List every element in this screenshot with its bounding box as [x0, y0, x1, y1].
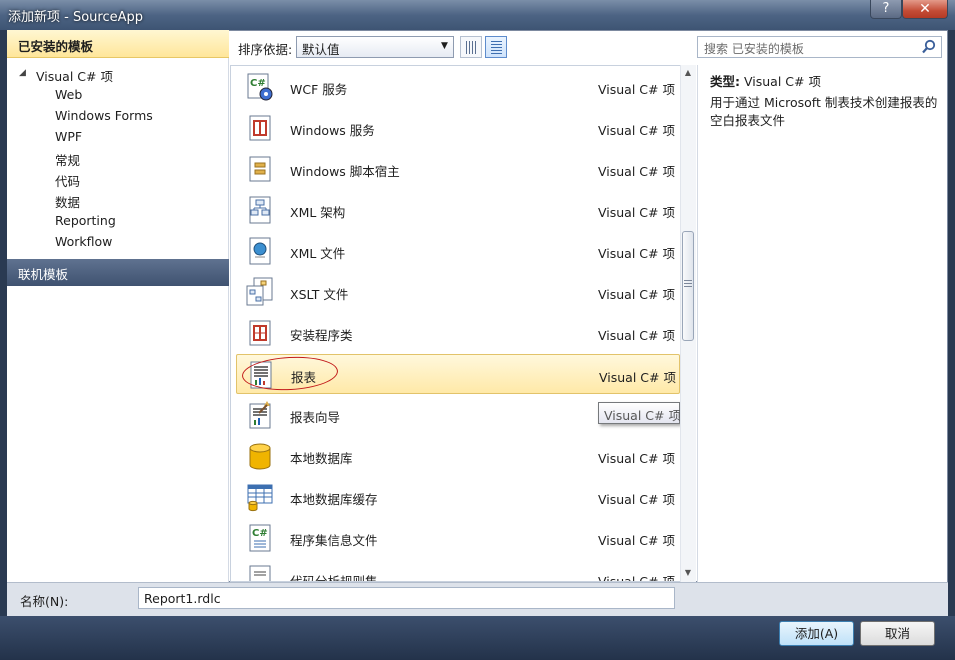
item-name: XSLT 文件: [290, 287, 349, 302]
list-item[interactable]: Windows 脚本宿主 Visual C# 项: [236, 149, 680, 189]
search-placeholder: 搜索 已安装的模板: [704, 42, 804, 56]
search-icon[interactable]: [922, 39, 936, 54]
list-item[interactable]: C# WCF 服务 Visual C# 项: [236, 67, 680, 107]
small-icons-view-button[interactable]: [460, 36, 482, 58]
list-item[interactable]: 代码分析规则集 Visual C# 项: [236, 559, 680, 581]
xml-schema-icon: [249, 196, 271, 224]
item-name: Windows 脚本宿主: [290, 164, 400, 179]
item-type: Visual C# 项: [598, 533, 675, 548]
sort-label: 排序依据:: [238, 42, 293, 57]
list-item[interactable]: XSLT 文件 Visual C# 项: [236, 272, 680, 312]
list-item[interactable]: C# 程序集信息文件 Visual C# 项: [236, 518, 680, 558]
script-host-icon: [249, 156, 271, 182]
tooltip-text: Visual C# 项: [604, 408, 681, 423]
list-view-icon: [491, 41, 502, 54]
item-type: Visual C# 项: [598, 492, 675, 507]
scroll-up-icon[interactable]: ▲: [681, 66, 695, 80]
local-database-icon: [249, 443, 271, 470]
item-name: 安装程序类: [290, 328, 353, 343]
detail-description: 用于通过 Microsoft 制表技术创建报表的空白报表文件: [710, 95, 938, 128]
help-button[interactable]: ?: [870, 0, 902, 19]
installed-templates-title: 已安装的模板: [18, 39, 94, 54]
svg-text:C#: C#: [250, 78, 266, 89]
list-item[interactable]: 安装程序类 Visual C# 项: [236, 313, 680, 353]
item-name: Windows 服务: [290, 123, 375, 138]
item-type: Visual C# 项: [598, 246, 675, 261]
item-type: Visual C# 项: [598, 82, 675, 97]
list-item[interactable]: 本地数据库缓存 Visual C# 项: [236, 477, 680, 517]
name-label: 名称(N):: [20, 594, 69, 609]
item-type: Visual C# 项: [598, 164, 675, 179]
item-name: 本地数据库: [290, 451, 353, 466]
detail-type-row: 类型: Visual C# 项: [710, 71, 821, 90]
xslt-file-icon: [246, 277, 273, 306]
item-name: WCF 服务: [290, 82, 348, 97]
details-panel: [697, 65, 947, 582]
tree-item-windows-forms[interactable]: Windows Forms: [55, 108, 153, 123]
assembly-info-icon: C#: [249, 524, 271, 552]
item-name: 程序集信息文件: [290, 533, 378, 548]
item-type: Visual C# 项: [598, 205, 675, 220]
database-cache-icon: [247, 484, 273, 512]
tree-item-reporting[interactable]: Reporting: [55, 213, 116, 228]
list-item[interactable]: XML 文件 Visual C# 项: [236, 231, 680, 271]
window-title: 添加新项 - SourceApp: [8, 10, 144, 25]
item-type: Visual C# 项: [598, 328, 675, 343]
installer-class-icon: [249, 320, 271, 346]
name-value: Report1.rdlc: [144, 591, 221, 606]
item-name: 报表向导: [290, 410, 341, 425]
dropdown-arrow-icon: ▼: [441, 41, 448, 51]
code-analysis-icon: [249, 565, 271, 581]
xml-file-icon: [249, 237, 271, 265]
item-type: Visual C# 项: [598, 123, 675, 138]
title-bar: [0, 0, 955, 30]
sort-value: 默认值: [302, 42, 340, 57]
tree-item-data[interactable]: 数据: [55, 192, 80, 211]
add-button[interactable]: 添加(A): [779, 621, 854, 646]
svg-text:C#: C#: [252, 528, 268, 539]
scroll-grip-icon: [684, 280, 692, 289]
scroll-down-icon[interactable]: ▼: [681, 566, 695, 580]
item-type: Visual C# 项: [598, 451, 675, 466]
item-type: Visual C# 项: [598, 571, 675, 581]
tree-item-visual-csharp[interactable]: Visual C# 项: [36, 66, 113, 85]
tree-item-code[interactable]: 代码: [55, 171, 80, 190]
item-name: 代码分析规则集: [290, 571, 378, 581]
item-name: XML 文件: [290, 246, 346, 261]
cancel-button[interactable]: 取消: [860, 621, 935, 646]
tree-item-workflow[interactable]: Workflow: [55, 234, 112, 249]
tree-item-wpf[interactable]: WPF: [55, 129, 82, 144]
tree-item-general[interactable]: 常规: [55, 150, 80, 169]
windows-service-icon: [249, 115, 271, 141]
list-item[interactable]: 本地数据库 Visual C# 项: [236, 436, 680, 476]
tree-item-web[interactable]: Web: [55, 87, 82, 102]
item-type: Visual C# 项: [598, 287, 675, 302]
item-name: 本地数据库缓存: [290, 492, 378, 507]
detail-type-label: 类型:: [710, 74, 740, 89]
online-templates-title: 联机模板: [18, 267, 69, 282]
tree-expand-icon[interactable]: ◢: [19, 68, 26, 78]
list-item[interactable]: Windows 服务 Visual C# 项: [236, 108, 680, 148]
report-wizard-icon: [249, 401, 271, 429]
close-button[interactable]: ✕: [902, 0, 948, 19]
list-item[interactable]: XML 架构 Visual C# 项: [236, 190, 680, 230]
item-type: Visual C# 项: [599, 370, 676, 385]
grid-view-icon: [466, 41, 477, 54]
details-view-button[interactable]: [485, 36, 507, 58]
detail-type-value: Visual C# 项: [743, 74, 821, 89]
wcf-service-icon: C#: [247, 73, 273, 101]
item-name: XML 架构: [290, 205, 346, 220]
